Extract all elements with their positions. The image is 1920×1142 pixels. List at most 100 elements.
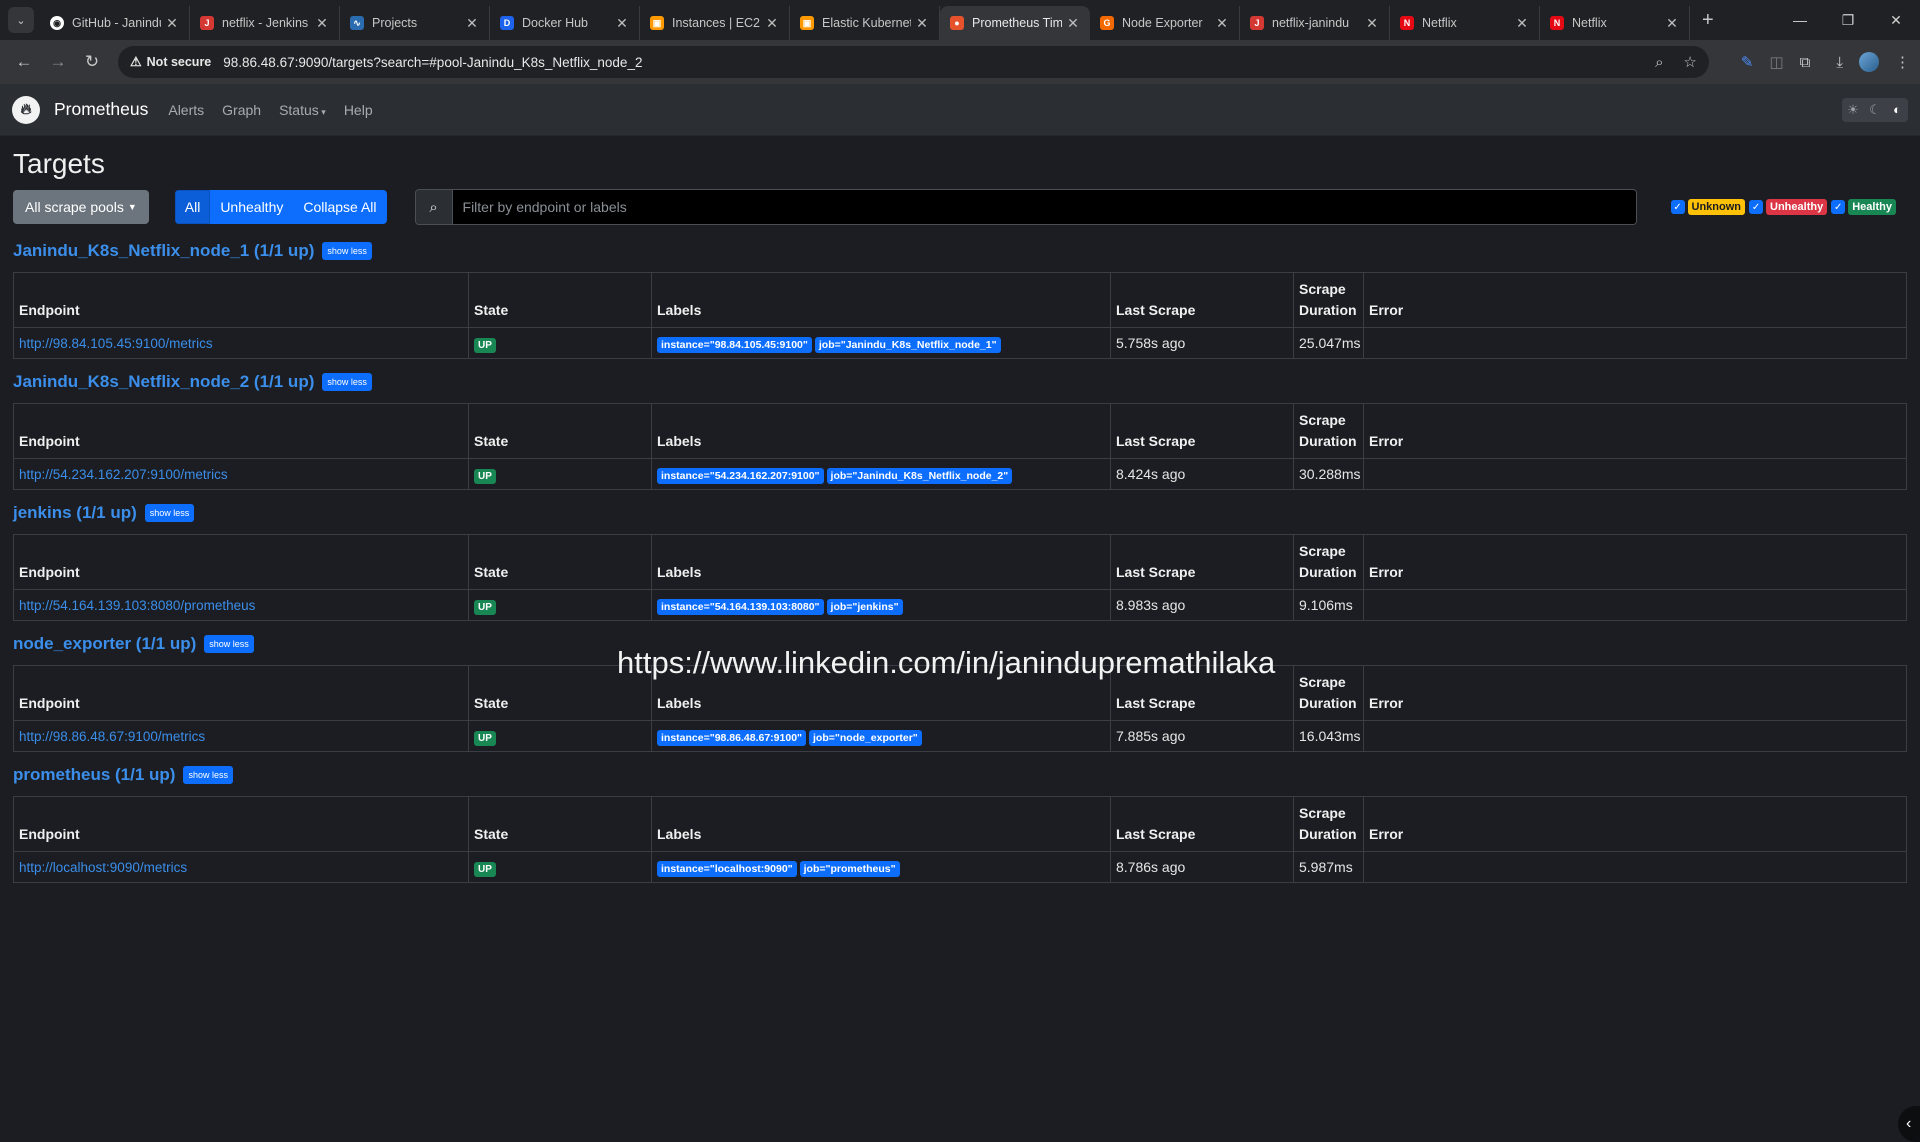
endpoint-link[interactable]: http://98.86.48.67:9100/metrics: [19, 729, 205, 744]
duration-cell: 9.106ms: [1293, 589, 1364, 621]
new-tab-plus-icon[interactable]: +: [1702, 9, 1714, 32]
filter-unhealthy-button[interactable]: Unhealthy: [210, 190, 294, 224]
profile-avatar[interactable]: [1859, 52, 1879, 72]
nav-status[interactable]: Status ▾: [279, 102, 326, 118]
tab-close-icon[interactable]: ✕: [1066, 15, 1080, 32]
col-scrape-duration-line1: Scrape: [1299, 805, 1346, 821]
healthy-badge: Healthy: [1848, 199, 1896, 215]
light-theme-sun-icon[interactable]: ☀: [1842, 98, 1864, 122]
side-panel-handle-icon[interactable]: ‹: [1898, 1106, 1920, 1142]
omnibox[interactable]: ⚠ Not secure 98.86.48.67:9090/targets?se…: [118, 46, 1709, 78]
nav-graph[interactable]: Graph: [222, 102, 261, 118]
nav-help[interactable]: Help: [344, 102, 373, 118]
show-less-button[interactable]: show less: [204, 635, 254, 653]
browser-tab[interactable]: ◉ GitHub - Janindu ✕: [40, 6, 190, 40]
nav-alerts[interactable]: Alerts: [168, 102, 204, 118]
show-less-button[interactable]: show less: [322, 242, 372, 260]
controls-bar: All scrape pools ▼ All Unhealthy Collaps…: [13, 189, 1907, 225]
endpoint-cell: http://54.234.162.207:9100/metrics: [13, 458, 469, 490]
col-state: State: [468, 272, 652, 328]
tab-title: GitHub - Janindu: [72, 16, 161, 30]
minimize-icon[interactable]: —: [1776, 12, 1824, 29]
zoom-magnifier-icon[interactable]: ⌕: [1655, 54, 1663, 71]
reload-icon[interactable]: ↻: [78, 52, 106, 72]
label-badge: job="jenkins": [826, 599, 903, 615]
tab-title: netflix - Jenkins: [222, 16, 309, 30]
collapse-all-button[interactable]: Collapse All: [293, 190, 387, 224]
pool-title-link[interactable]: jenkins (1/1 up): [13, 503, 137, 523]
labels-cell: instance="98.86.48.67:9100" job="node_exp…: [651, 720, 1111, 752]
search-icon: ⌕: [415, 190, 453, 224]
browser-tab[interactable]: ▣ Elastic Kubernetes ✕: [790, 6, 940, 40]
browser-tab[interactable]: ● Prometheus Time ✕: [940, 6, 1090, 40]
tab-close-icon[interactable]: ✕: [1515, 15, 1529, 32]
tab-favicon-icon: N: [1550, 16, 1564, 30]
bookmark-star-icon[interactable]: ☆: [1683, 54, 1696, 71]
table-header-row: Endpoint State Labels Last Scrape Scrape Dura…: [13, 272, 1907, 328]
tab-close-icon[interactable]: ✕: [465, 15, 479, 32]
dark-theme-moon-icon[interactable]: ☾: [1864, 98, 1886, 122]
endpoint-link[interactable]: http://54.164.139.103:8080/prometheus: [19, 598, 255, 613]
pool-title-link[interactable]: Janindu_K8s_Netflix_node_2 (1/1 up): [13, 372, 314, 392]
back-arrow-icon[interactable]: ←: [10, 52, 38, 72]
tab-close-icon[interactable]: ✕: [165, 15, 179, 32]
col-state: State: [468, 796, 652, 852]
security-indicator[interactable]: ⚠ Not secure: [130, 54, 211, 70]
browser-tab[interactable]: D Docker Hub ✕: [490, 6, 640, 40]
forward-arrow-icon[interactable]: →: [44, 52, 72, 72]
tab-close-icon[interactable]: ✕: [1365, 15, 1379, 32]
tab-close-icon[interactable]: ✕: [765, 15, 779, 32]
tab-close-icon[interactable]: ✕: [315, 15, 329, 32]
url-text[interactable]: 98.86.48.67:9090/targets?search=#pool-Ja…: [223, 55, 1639, 70]
tab-close-icon[interactable]: ✕: [915, 15, 929, 32]
error-cell: [1363, 458, 1907, 490]
tab-close-icon[interactable]: ✕: [1215, 15, 1229, 32]
browser-menu-icon[interactable]: ⋮: [1895, 53, 1910, 71]
unhealthy-checkbox[interactable]: ✓: [1749, 200, 1764, 214]
unknown-badge: Unknown: [1687, 199, 1746, 215]
caret-down-icon: ▼: [127, 202, 137, 212]
table-header-row: Endpoint State Labels Last Scrape Scrape Dura…: [13, 534, 1907, 590]
state-cell: UP: [468, 458, 652, 490]
prometheus-logo-icon[interactable]: 🔥︎: [12, 95, 40, 124]
endpoint-cell: http://98.84.105.45:9100/metrics: [13, 327, 469, 359]
auto-theme-contrast-icon[interactable]: ◐: [1886, 98, 1908, 122]
browser-tab[interactable]: N Netflix ✕: [1540, 6, 1690, 40]
endpoint-link[interactable]: http://54.234.162.207:9100/metrics: [19, 467, 228, 482]
show-less-button[interactable]: show less: [183, 766, 233, 784]
show-less-button[interactable]: show less: [144, 504, 195, 522]
tab-close-icon[interactable]: ✕: [1665, 15, 1679, 32]
col-scrape-duration-line1: Scrape: [1299, 412, 1346, 428]
close-window-icon[interactable]: ✕: [1872, 12, 1920, 29]
pool-title-link[interactable]: node_exporter (1/1 up): [13, 634, 196, 654]
healthy-checkbox[interactable]: ✓: [1831, 200, 1846, 214]
show-less-button[interactable]: show less: [322, 373, 372, 391]
tab-search-chevron-icon[interactable]: ⌄: [8, 7, 34, 33]
tab-close-icon[interactable]: ✕: [615, 15, 629, 32]
browser-tab[interactable]: ▣ Instances | EC2 ✕: [640, 6, 790, 40]
col-error: Error: [1363, 534, 1907, 590]
camera-extension-icon[interactable]: ◫: [1769, 53, 1783, 71]
scrape-pools-dropdown[interactable]: All scrape pools ▼: [13, 190, 149, 224]
browser-tab[interactable]: G Node Exporter ✕: [1090, 6, 1240, 40]
browser-tab[interactable]: ∿ Projects ✕: [340, 6, 490, 40]
search-input[interactable]: [452, 190, 1636, 224]
pool-title-link[interactable]: prometheus (1/1 up): [13, 765, 175, 785]
endpoint-link[interactable]: http://98.84.105.45:9100/metrics: [19, 336, 213, 351]
restore-icon[interactable]: ❐: [1824, 12, 1872, 29]
endpoint-link[interactable]: http://localhost:9090/metrics: [19, 860, 187, 875]
edit-extension-icon[interactable]: ✎: [1741, 53, 1754, 71]
browser-tab[interactable]: Jnetflix-janindu ✕: [1240, 6, 1390, 40]
download-icon[interactable]: ⤓: [1836, 54, 1843, 71]
extensions-puzzle-icon[interactable]: ⧉: [1800, 54, 1811, 71]
error-cell: [1363, 720, 1907, 752]
duration-cell: 30.288ms: [1293, 458, 1364, 490]
brand-name[interactable]: Prometheus: [54, 99, 148, 120]
pool-title-link[interactable]: Janindu_K8s_Netflix_node_1 (1/1 up): [13, 241, 314, 261]
filter-all-button[interactable]: All: [174, 190, 211, 224]
unknown-checkbox[interactable]: ✓: [1670, 200, 1685, 214]
col-scrape-duration-line2: Duration: [1299, 695, 1357, 711]
browser-tab[interactable]: N Netflix ✕: [1390, 6, 1540, 40]
browser-tab[interactable]: Jnetflix - Jenkins ✕: [190, 6, 340, 40]
col-scrape-duration: Scrape Duration: [1293, 403, 1364, 459]
